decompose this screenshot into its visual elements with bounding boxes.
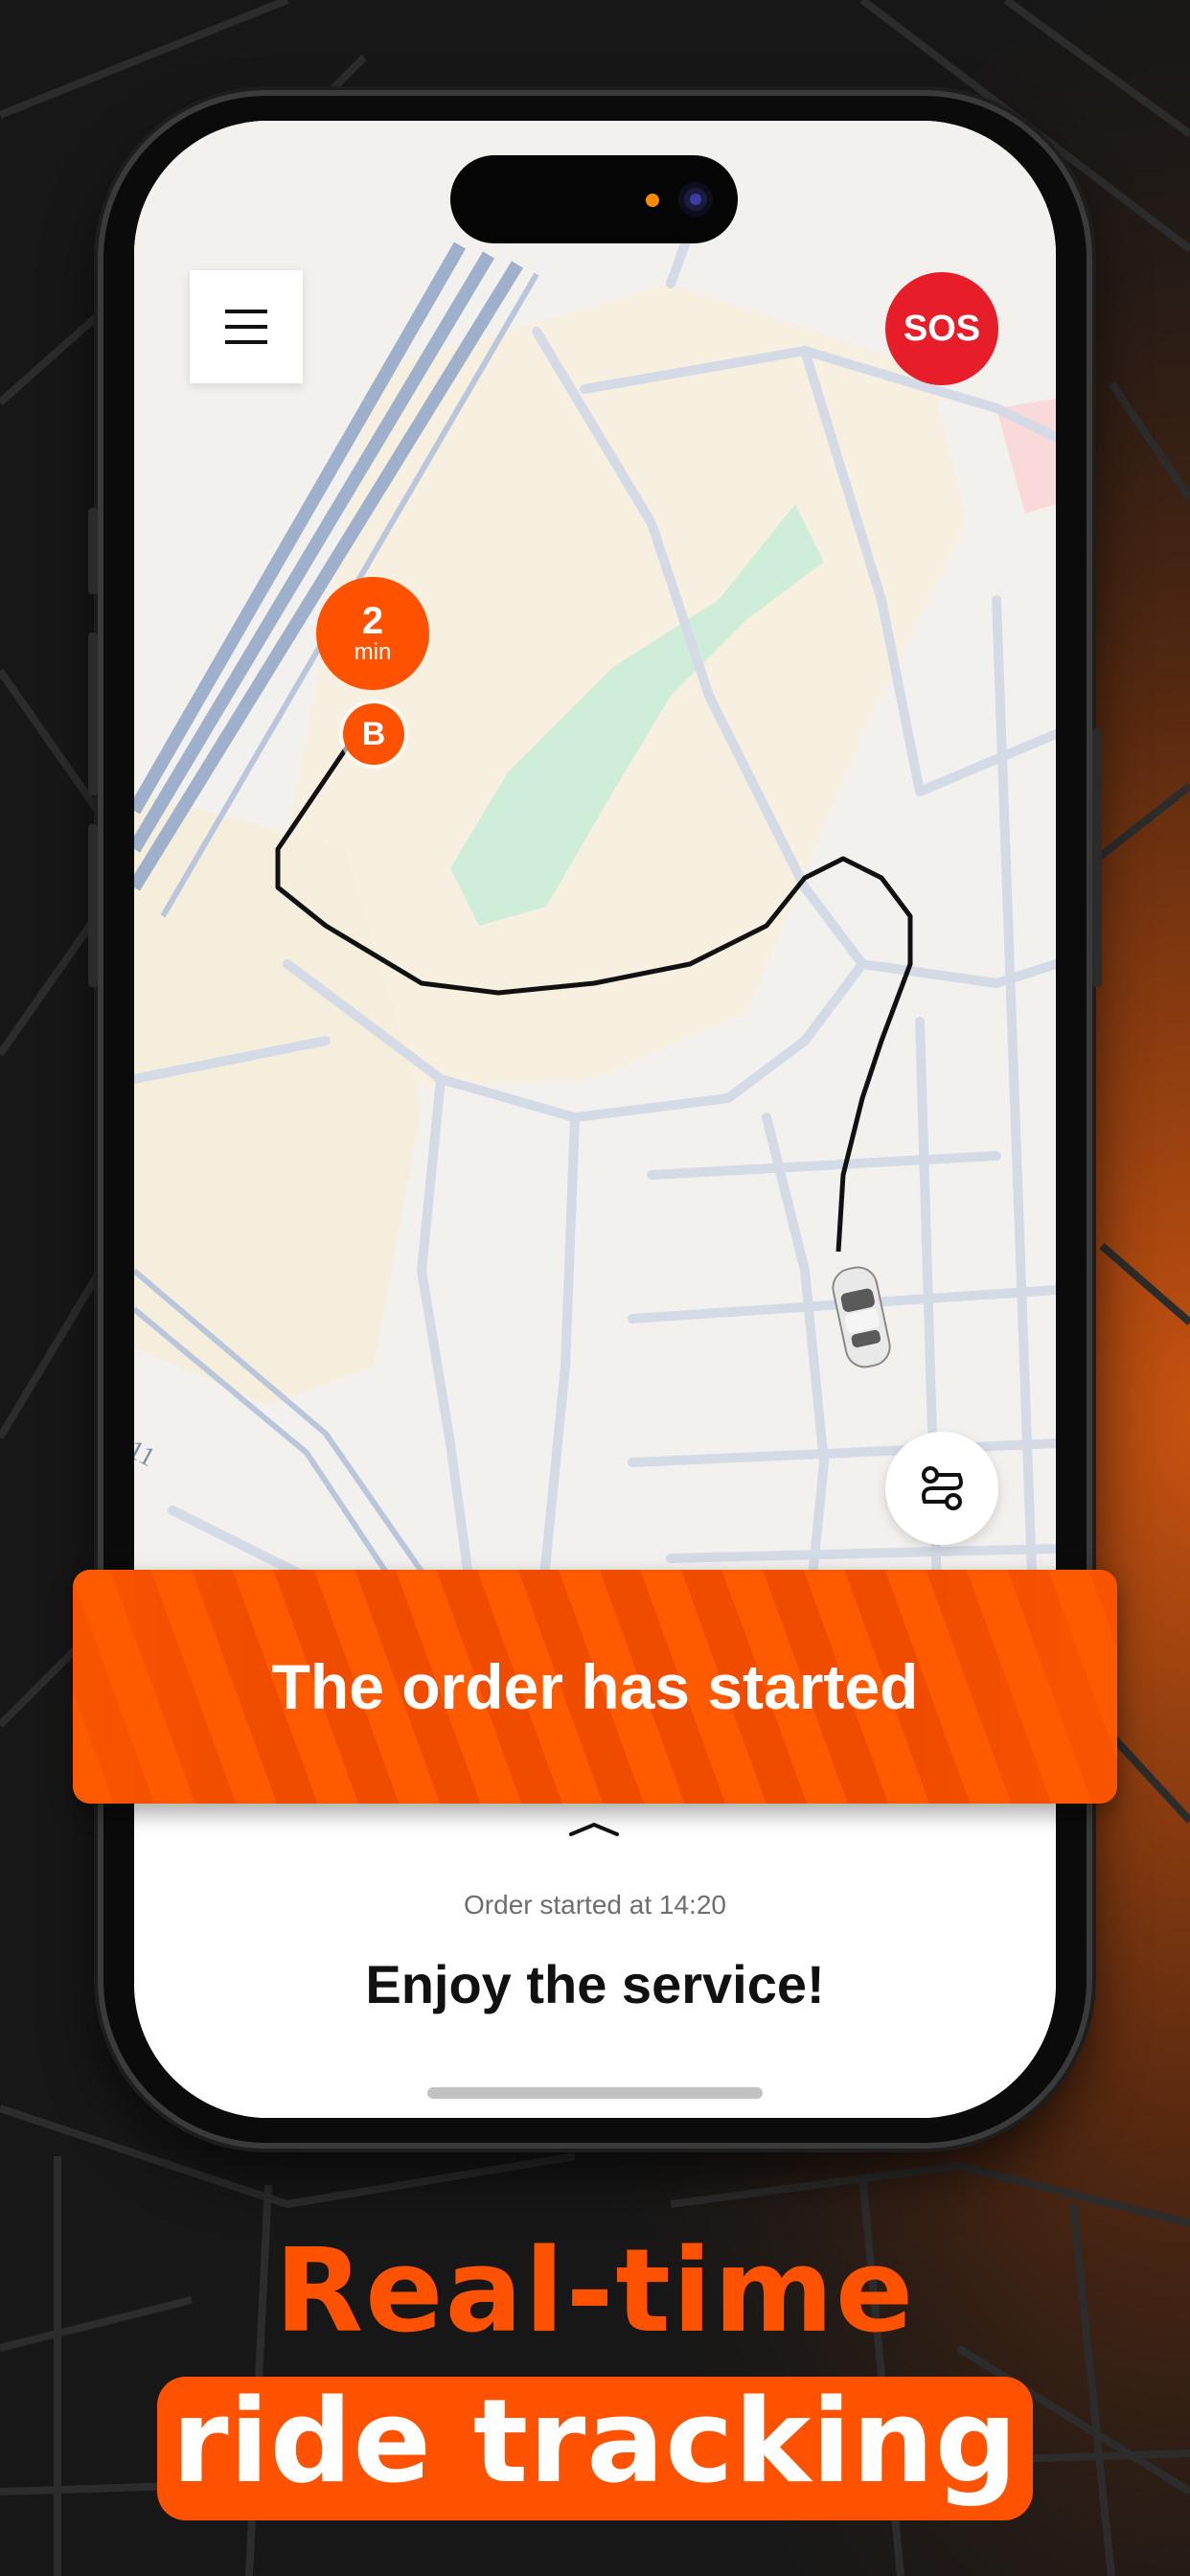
home-indicator[interactable] — [427, 2087, 763, 2099]
chevron-up-icon[interactable] — [565, 1817, 623, 1840]
sos-button[interactable]: SOS — [885, 272, 998, 385]
phone-frame: t 11 SOS 2 min B — [88, 96, 1102, 2143]
phone-screen: t 11 SOS 2 min B — [134, 121, 1056, 2118]
eta-badge: 2 min — [316, 577, 429, 690]
dynamic-island — [450, 155, 738, 243]
sheet-message: Enjoy the service! — [365, 1954, 825, 2014]
eta-value: 2 — [361, 600, 384, 642]
route-settings-icon — [922, 1466, 963, 1510]
phone-side-button — [88, 508, 98, 594]
car-icon — [832, 1266, 891, 1368]
eta-unit: min — [354, 639, 392, 665]
phone-side-button — [88, 824, 98, 987]
privacy-indicator-dot — [646, 194, 659, 207]
order-started-text: Order started at 14:20 — [464, 1890, 726, 1920]
destination-marker[interactable]: B — [343, 703, 404, 765]
phone-side-button — [88, 632, 98, 795]
promo-headline-line2: ride tracking — [172, 2375, 1018, 2509]
phone-side-button — [1092, 728, 1102, 987]
promo-headline-box: ride tracking — [157, 2375, 1033, 2520]
route-settings-button[interactable] — [885, 1432, 998, 1545]
promo-headline-line1: Real-time — [274, 2225, 916, 2358]
camera-lens — [678, 182, 713, 217]
banner-text: The order has started — [271, 1651, 919, 1722]
hamburger-icon — [225, 310, 267, 344]
map-view[interactable]: t 11 SOS 2 min B — [134, 121, 1056, 1654]
order-status-banner: The order has started — [73, 1570, 1117, 1804]
menu-button[interactable] — [190, 270, 303, 383]
